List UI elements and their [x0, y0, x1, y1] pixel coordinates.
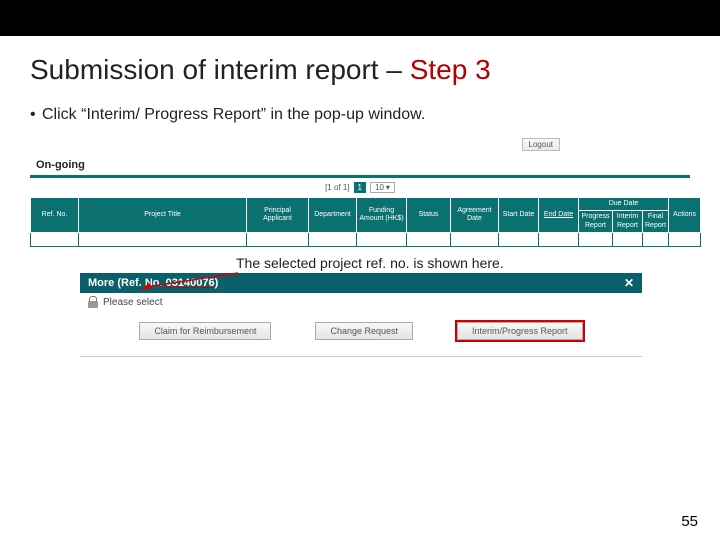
ongoing-label: On-going	[30, 157, 690, 173]
section-divider	[30, 175, 690, 178]
col-ref[interactable]: Ref. No.	[31, 198, 79, 233]
logout-button[interactable]: Logout	[522, 138, 560, 151]
claim-reimbursement-button[interactable]: Claim for Reimbursement	[139, 322, 271, 340]
annotation-label: The selected project ref. no. is shown h…	[236, 255, 504, 271]
popup-body: Please select Claim for Reimbursement Ch…	[80, 293, 642, 357]
col-due: Due Date	[579, 198, 669, 211]
pager-size-value: 10	[375, 183, 384, 192]
close-icon[interactable]: ✕	[624, 277, 634, 289]
interim-progress-report-button[interactable]: Interim/Progress Report	[457, 322, 583, 340]
col-agree[interactable]: Agreement Date	[451, 198, 499, 233]
top-black-bar	[0, 0, 720, 36]
col-actions: Actions	[669, 198, 701, 233]
table-row[interactable]	[31, 233, 701, 247]
col-title[interactable]: Project Title	[79, 198, 247, 233]
col-pa[interactable]: Principal Applicant	[247, 198, 309, 233]
pager-label: [1 of 1]	[325, 183, 349, 192]
pager-size-select[interactable]: 10 ▾	[370, 182, 395, 193]
annotation-text: The selected project ref. no. is shown h…	[236, 255, 690, 271]
col-progress[interactable]: Progress Report	[579, 211, 613, 233]
title-step: Step 3	[410, 54, 491, 85]
pager: [1 of 1] 1 10 ▾	[30, 182, 690, 193]
lock-icon	[88, 297, 98, 308]
chevron-down-icon: ▾	[386, 183, 390, 192]
app-screenshot: Logout On-going [1 of 1] 1 10 ▾ Ref. No.…	[30, 138, 690, 357]
page-title: Submission of interim report – Step 3	[30, 54, 690, 86]
col-dept[interactable]: Department	[309, 198, 357, 233]
col-interim[interactable]: Interim Report	[613, 211, 643, 233]
please-select-row: Please select	[88, 297, 634, 308]
pager-current[interactable]: 1	[354, 182, 366, 193]
please-select-label: Please select	[103, 297, 162, 308]
slide-number: 55	[681, 513, 698, 530]
col-status[interactable]: Status	[407, 198, 451, 233]
col-start[interactable]: Start Date	[499, 198, 539, 233]
projects-table: Ref. No. Project Title Principal Applica…	[30, 197, 701, 247]
callout-arrow	[140, 273, 240, 289]
title-main: Submission of interim report –	[30, 54, 410, 85]
col-end[interactable]: End Date	[539, 198, 579, 233]
col-amt[interactable]: Funding Amount (HK$)	[357, 198, 407, 233]
change-request-button[interactable]: Change Request	[315, 322, 413, 340]
col-final[interactable]: Final Report	[643, 211, 669, 233]
instruction-bullet: Click “Interim/ Progress Report” in the …	[30, 106, 690, 124]
